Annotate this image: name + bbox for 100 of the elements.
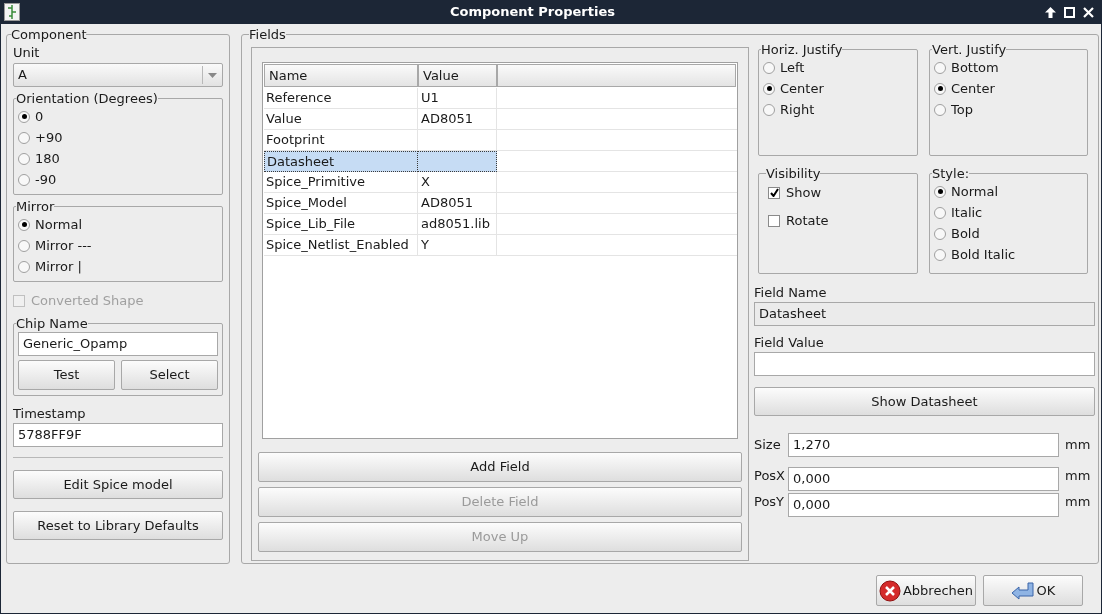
group-title: Visibility — [766, 166, 821, 181]
field-name-field[interactable]: Datasheet — [754, 302, 1095, 326]
caret-icon — [208, 72, 217, 78]
column-header[interactable] — [497, 64, 736, 87]
radio-button[interactable] — [763, 82, 775, 95]
group-title: Orientation (Degrees) — [16, 91, 158, 106]
radio-button[interactable] — [934, 185, 946, 198]
field-label: Timestamp — [13, 406, 87, 422]
button[interactable]: Test — [18, 360, 115, 390]
maximize-icon[interactable] — [1064, 6, 1075, 18]
radio-button[interactable] — [18, 260, 30, 273]
table-row[interactable]: Datasheet — [263, 151, 737, 172]
radio-button[interactable] — [934, 61, 946, 74]
radio-label: Bottom — [951, 58, 999, 77]
radio-label: +90 — [35, 128, 63, 147]
radio-label: Normal — [35, 215, 83, 234]
table-cell: Spice_Model — [264, 193, 418, 214]
button[interactable]: Select — [121, 360, 218, 390]
radio-label: Right — [780, 100, 815, 119]
radio-label: 180 — [35, 149, 60, 168]
ok-button[interactable]: OK — [983, 575, 1083, 606]
table-cell: Value — [264, 109, 418, 130]
radio-button[interactable] — [18, 131, 30, 144]
unit-label: mm — [1065, 467, 1091, 485]
return-arrow-icon — [1010, 581, 1035, 600]
radio-button[interactable] — [18, 152, 30, 165]
radio-label: Left — [780, 58, 805, 77]
cancel-button[interactable]: Abbrechen — [876, 575, 976, 606]
button[interactable]: Add Field — [258, 452, 742, 482]
radio-label: Center — [951, 79, 995, 98]
radio-label: -90 — [35, 170, 57, 189]
up-arrow-icon[interactable] — [1045, 6, 1056, 18]
unit-label: mm — [1065, 493, 1091, 511]
close-icon[interactable] — [1083, 6, 1094, 18]
button[interactable]: Edit Spice model — [13, 470, 223, 499]
radio-label: Mirror | — [35, 257, 82, 276]
radio-label: Normal — [951, 182, 999, 201]
radio-button[interactable] — [934, 103, 946, 116]
table-row[interactable]: Spice_Primitive X — [263, 172, 737, 193]
radio-label: 0 — [35, 107, 44, 126]
radio-button[interactable] — [18, 218, 30, 231]
radio-button[interactable] — [18, 110, 30, 123]
table-row[interactable]: Spice_Lib_File ad8051.lib — [263, 214, 737, 235]
table-cell: ad8051.lib — [418, 214, 497, 235]
error-icon — [878, 579, 901, 602]
table-cell: AD8051 — [418, 193, 497, 214]
group-title: Horiz. Justify — [761, 42, 843, 57]
radio-button[interactable] — [763, 103, 775, 116]
table-cell: X — [418, 172, 497, 193]
table-row[interactable]: Reference U1 — [263, 88, 737, 109]
checkbox[interactable] — [768, 186, 780, 199]
column-header[interactable]: Name — [264, 64, 418, 87]
table-cell: U1 — [418, 88, 497, 109]
table-cell: Spice_Netlist_Enabled — [264, 235, 418, 256]
table-cell: Reference — [264, 88, 418, 109]
button[interactable]: Show Datasheet — [754, 387, 1095, 416]
radio-label: Mirror --- — [35, 236, 92, 255]
field-label: PosX — [754, 467, 786, 485]
group-title: Chip Name — [16, 316, 88, 331]
window-title: Component Properties — [449, 3, 616, 22]
radio-button[interactable] — [934, 227, 946, 240]
radio-label: Italic — [951, 203, 983, 222]
table-row[interactable]: Value AD8051 — [263, 109, 737, 130]
radio-label: Bold Italic — [951, 245, 1016, 264]
checkbox[interactable] — [768, 214, 780, 227]
radio-button[interactable] — [934, 248, 946, 261]
unit-label: mm — [1065, 435, 1091, 454]
button[interactable]: Reset to Library Defaults — [13, 511, 223, 540]
table-cell: Spice_Lib_File — [264, 214, 418, 235]
number-field[interactable]: 0,000 — [788, 492, 1059, 517]
field-value-field[interactable] — [754, 352, 1095, 376]
group-title: Style: — [932, 166, 970, 181]
timestamp-field[interactable]: 5788FF9F — [13, 423, 223, 447]
table-row[interactable]: Spice_Model AD8051 — [263, 193, 737, 214]
field-label: Size — [754, 435, 782, 454]
radio-button[interactable] — [18, 173, 30, 186]
group-title: Vert. Justify — [932, 42, 1007, 57]
field-label: PosY — [754, 493, 786, 511]
table-cell: AD8051 — [418, 109, 497, 130]
field-label: Field Name — [754, 285, 828, 301]
radio-button[interactable] — [18, 239, 30, 252]
table-cell: Datasheet — [264, 151, 418, 172]
radio-label: Center — [780, 79, 824, 98]
radio-button[interactable] — [934, 82, 946, 95]
radio-button[interactable] — [763, 61, 775, 74]
radio-label: Top — [951, 100, 973, 119]
checkbox-label: Show — [786, 183, 822, 202]
field-label: Field Value — [754, 335, 825, 351]
table-cell: Spice_Primitive — [264, 172, 418, 193]
group-title: Fields — [249, 27, 286, 42]
unit-dropdown[interactable]: A — [13, 63, 223, 87]
checkbox-label: Rotate — [786, 211, 829, 230]
radio-button[interactable] — [934, 206, 946, 219]
column-header[interactable]: Value — [418, 64, 497, 87]
chip-name-field[interactable]: Generic_Opamp — [18, 332, 218, 356]
table-row[interactable]: Spice_Netlist_Enabled Y — [263, 235, 737, 256]
number-field[interactable]: 0,000 — [788, 466, 1059, 491]
number-field[interactable]: 1,270 — [788, 432, 1059, 457]
checkbox-label: Converted Shape — [31, 291, 144, 310]
table-cell: Y — [418, 235, 497, 256]
